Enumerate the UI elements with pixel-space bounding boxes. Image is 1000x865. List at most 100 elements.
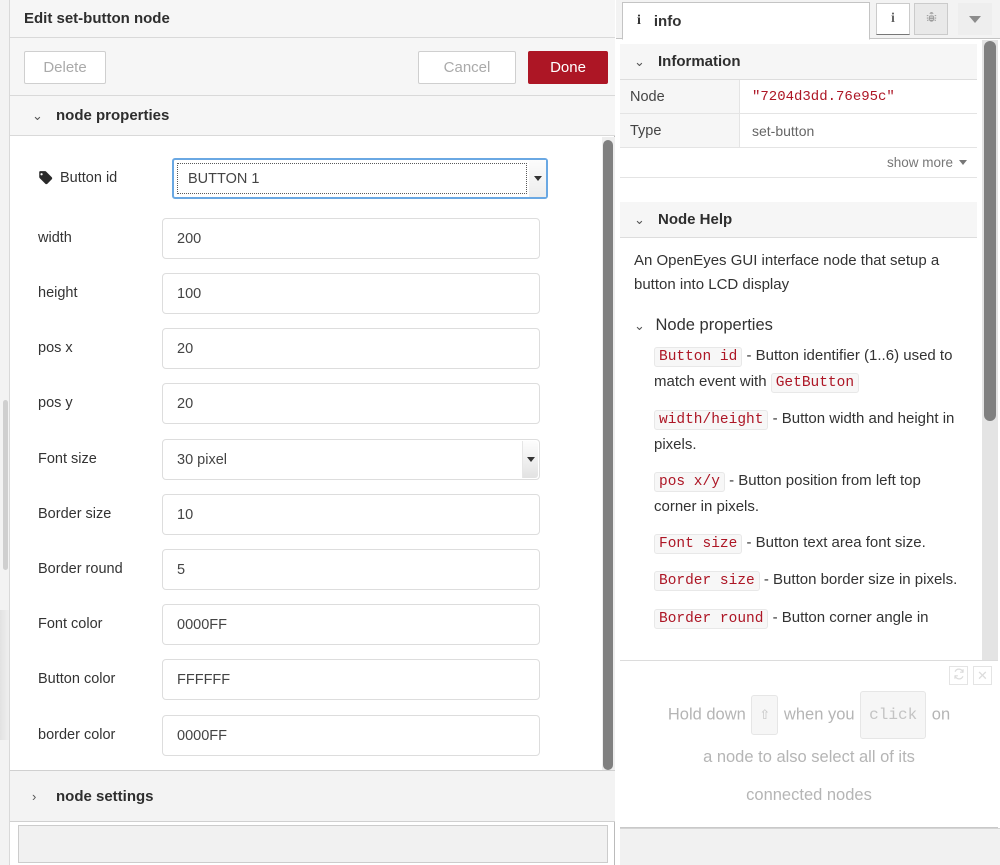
label-button-id-text: Button id [60, 169, 118, 186]
sidebar-scrollbar-thumb[interactable] [984, 41, 996, 421]
chevron-right-icon: › [32, 788, 37, 804]
app-root: Edit set-button node Delete Cancel Done … [0, 0, 1000, 865]
button-color-input[interactable]: FFFFFF [162, 659, 540, 700]
left-edge-rail [0, 0, 10, 865]
font-color-input[interactable]: 0000FF [162, 604, 540, 645]
tip-part1: Hold down [667, 705, 746, 724]
form-row-pos-x: pos x 20 [10, 325, 570, 370]
section-node-properties[interactable]: ⌄ node properties [10, 96, 615, 136]
edit-panel-scrollbar-thumb[interactable] [603, 140, 613, 770]
info-icon: i [637, 13, 641, 28]
help-keyword-button-id: Button id [654, 347, 743, 368]
sidebar-debug-button[interactable] [914, 3, 948, 35]
font-size-select-value: 30 pixel [177, 451, 227, 468]
list-item: width/height - Button width and height i… [654, 407, 963, 457]
form-row-width: width 200 [10, 215, 570, 260]
pos-x-input[interactable]: 20 [162, 328, 540, 369]
edit-panel-footer [18, 825, 608, 863]
help-text-border-size: - Button border size in pixels. [759, 571, 958, 589]
node-help-body: An OpenEyes GUI interface node that setu… [620, 239, 977, 659]
done-button[interactable]: Done [528, 51, 608, 84]
sidebar-info-button[interactable]: i [876, 3, 910, 35]
label-border-size: Border size [38, 505, 112, 522]
button-id-select[interactable]: BUTTON 1 [172, 158, 548, 199]
section-node-settings[interactable]: › node settings [10, 770, 615, 822]
help-keyword-font-size: Font size [654, 533, 743, 554]
refresh-icon [953, 668, 965, 683]
label-pos-x: pos x [38, 339, 73, 356]
form-row-button-color: Button color FFFFFF [10, 656, 570, 701]
left-rail-scrollbar-thumb[interactable] [3, 400, 8, 570]
click-keycap: click [860, 691, 927, 740]
node-properties-form: Button id BUTTON 1 width 200 height 100 … [10, 137, 615, 770]
list-item: pos x/y - Button position from left top … [654, 469, 963, 519]
show-more-button[interactable]: show more [620, 148, 977, 178]
help-intro: An OpenEyes GUI interface node that setu… [634, 252, 940, 294]
section-node-properties-label: node properties [56, 107, 170, 124]
tip-close-button[interactable]: ✕ [973, 666, 992, 685]
list-item: Button id - Button identifier (1..6) use… [654, 344, 963, 395]
chevron-down-icon: ⌄ [634, 53, 645, 69]
chevron-down-icon: ⌄ [634, 317, 645, 333]
form-row-font-size: Font size 30 pixel [10, 436, 570, 481]
height-input[interactable]: 100 [162, 273, 540, 314]
help-text-font-size: - Button text area font size. [742, 533, 926, 551]
form-row-pos-y: pos y 20 [10, 380, 570, 425]
width-input[interactable]: 200 [162, 218, 540, 259]
info-value-type: set-button [752, 122, 815, 139]
show-more-label: show more [886, 155, 953, 170]
help-subheader[interactable]: ⌄ Node properties [634, 312, 963, 339]
tab-info-label: info [653, 12, 682, 30]
tip-panel: ✕ Hold down ⇧ when you click on a node t… [620, 660, 998, 828]
tip-text: Hold down ⇧ when you click on a node to … [634, 691, 984, 815]
help-subheader-label: Node properties [655, 315, 773, 334]
help-property-list: Button id - Button identifier (1..6) use… [634, 344, 963, 631]
chevron-down-icon [969, 15, 981, 23]
tip-refresh-button[interactable] [949, 666, 968, 685]
button-id-dropdown-arrow-icon[interactable] [529, 160, 546, 197]
delete-button[interactable]: Delete [24, 51, 106, 84]
info-key-node: Node [620, 80, 740, 113]
edit-panel-title: Edit set-button node [10, 0, 615, 38]
pos-y-input[interactable]: 20 [162, 383, 540, 424]
border-size-input[interactable]: 10 [162, 494, 540, 535]
tip-line3: connected nodes [746, 786, 872, 805]
shift-keycap: ⇧ [751, 695, 779, 736]
table-row: Node "7204d3dd.76e95c" [620, 80, 977, 114]
section-node-help-label: Node Help [658, 211, 733, 228]
info-value-node: "7204d3dd.76e95c" [752, 88, 895, 105]
info-key-type: Type [620, 114, 740, 147]
cancel-button[interactable]: Cancel [418, 51, 516, 84]
section-information-label: Information [658, 53, 741, 70]
form-row-border-round: Border round 5 [10, 546, 570, 591]
help-keyword-getbutton: GetButton [770, 372, 860, 393]
tab-info[interactable]: i info [622, 2, 870, 40]
label-font-size: Font size [38, 450, 97, 467]
label-border-color: border color [38, 726, 116, 743]
font-size-select[interactable]: 30 pixel [162, 439, 540, 480]
label-height: height [38, 284, 78, 301]
chevron-down-icon: ⌄ [634, 211, 645, 227]
help-keyword-width-height: width/height [654, 410, 769, 431]
section-information[interactable]: ⌄ Information [620, 44, 977, 80]
section-node-help[interactable]: ⌄ Node Help [620, 202, 977, 238]
label-border-round: Border round [38, 560, 123, 577]
tip-panel-tools: ✕ [949, 666, 992, 685]
tip-part3: on [931, 705, 951, 724]
border-round-input[interactable]: 5 [162, 549, 540, 590]
list-item: Border round - Button corner angle in [654, 606, 963, 631]
chevron-down-icon [959, 160, 967, 165]
help-text-border-round: - Button corner angle in [768, 608, 929, 626]
info-icon: i [891, 11, 895, 26]
label-button-color: Button color [38, 670, 116, 687]
label-pos-y: pos y [38, 394, 73, 411]
tip-line2: a node to also select all of its [703, 748, 915, 767]
left-rail-texture [0, 610, 9, 740]
font-size-dropdown-arrow-icon[interactable] [522, 441, 538, 478]
sidebar-menu-button[interactable] [958, 3, 992, 35]
label-width: width [38, 229, 72, 246]
sidebar-footer [620, 828, 1000, 865]
border-color-input[interactable]: 0000FF [162, 715, 540, 756]
label-button-id: Button id [38, 155, 117, 200]
form-row-font-color: Font color 0000FF [10, 601, 570, 646]
